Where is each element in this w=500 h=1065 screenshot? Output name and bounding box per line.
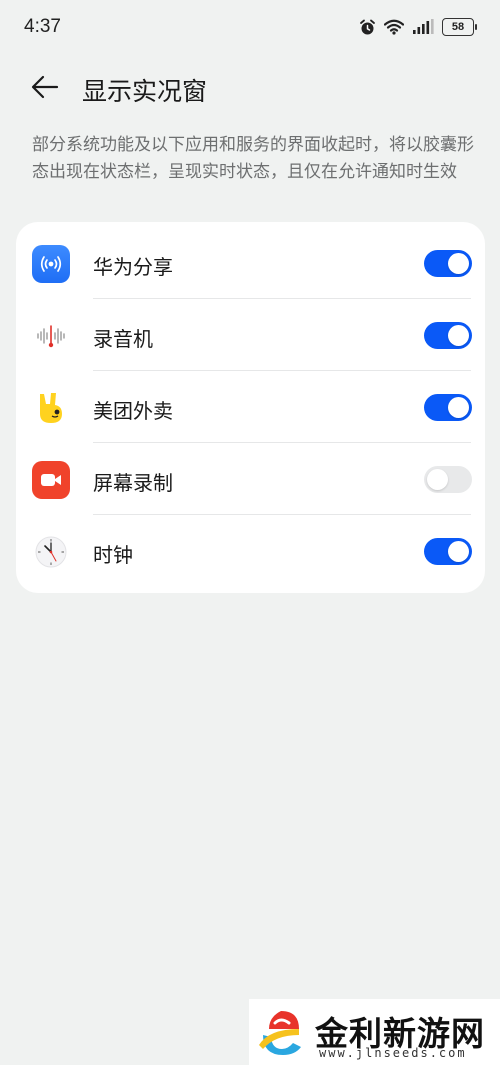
toggle-screen-recorder[interactable]	[424, 466, 472, 493]
status-bar: 4:37 58	[0, 0, 500, 58]
status-time: 4:37	[24, 16, 61, 37]
app-label: 美团外卖	[93, 399, 173, 423]
app-label: 屏幕录制	[93, 471, 173, 495]
app-list-card: 华为分享 录音机 美团外卖 屏幕录制 时钟	[16, 222, 485, 593]
signal-icon	[412, 19, 434, 35]
clock-icon	[32, 533, 70, 571]
toggle-clock[interactable]	[424, 538, 472, 565]
screen-recorder-icon	[32, 461, 70, 499]
watermark-url: www.jlnseeds.com	[319, 1046, 467, 1060]
app-label: 录音机	[93, 327, 153, 351]
arrow-left-icon	[31, 75, 59, 103]
meituan-waimai-icon	[32, 389, 70, 427]
list-item-clock[interactable]: 时钟	[16, 515, 485, 587]
list-item-screen-recorder[interactable]: 屏幕录制	[16, 443, 485, 515]
status-icons: 58	[359, 18, 477, 36]
toggle-huawei-share[interactable]	[424, 250, 472, 277]
recorder-icon	[32, 317, 70, 355]
toggle-meituan-waimai[interactable]	[424, 394, 472, 421]
description-text: 部分系统功能及以下应用和服务的界面收起时，将以胶囊形态出现在状态栏，呈现实时状态…	[32, 135, 474, 182]
back-button[interactable]	[28, 74, 62, 104]
list-item-meituan-waimai[interactable]: 美团外卖	[16, 371, 485, 443]
toggle-recorder[interactable]	[424, 322, 472, 349]
alarm-icon	[359, 19, 376, 36]
battery-indicator: 58	[442, 18, 477, 36]
header: 显示实况窗	[0, 66, 500, 112]
app-label: 华为分享	[93, 255, 173, 279]
page-title: 显示实况窗	[82, 77, 208, 106]
huawei-share-icon	[32, 245, 70, 283]
list-item-huawei-share[interactable]: 华为分享	[16, 227, 485, 299]
app-label: 时钟	[93, 543, 133, 567]
watermark: 金利新游网 www.jlnseeds.com	[249, 999, 500, 1065]
wifi-icon	[384, 19, 404, 35]
watermark-logo-icon	[255, 1005, 307, 1065]
list-item-recorder[interactable]: 录音机	[16, 299, 485, 371]
